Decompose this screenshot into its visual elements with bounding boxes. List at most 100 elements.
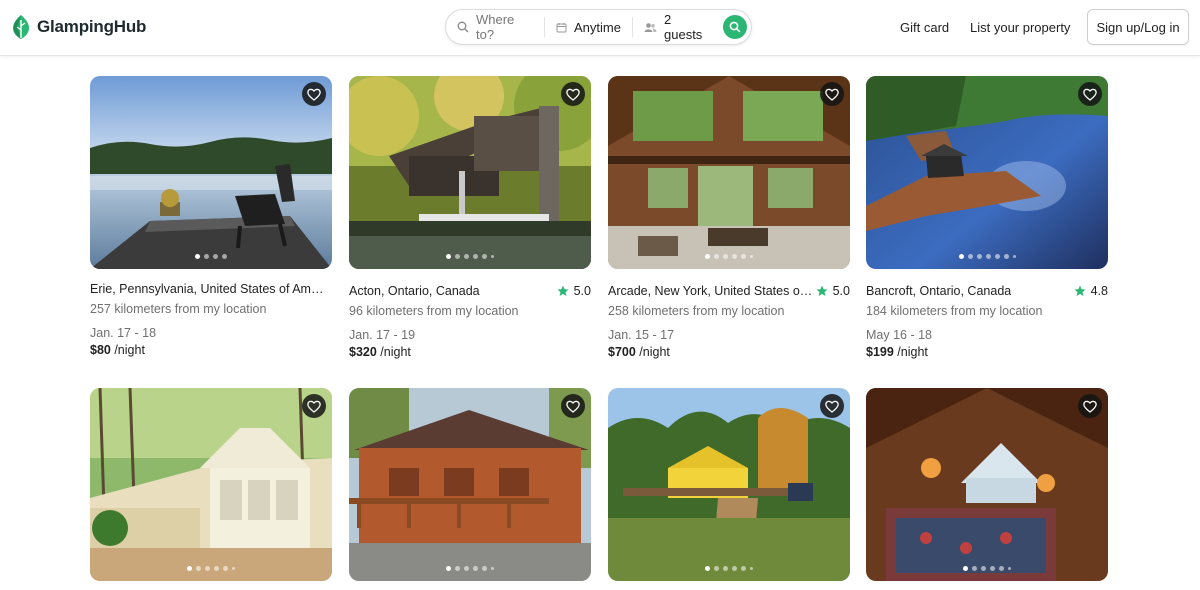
listing-photo[interactable] bbox=[608, 388, 850, 581]
photo-carousel-dots[interactable] bbox=[608, 254, 850, 259]
listing-card[interactable] bbox=[608, 388, 850, 581]
price-amount: $320 bbox=[349, 345, 377, 359]
carousel-dot[interactable] bbox=[491, 255, 494, 258]
listing-dates: Jan. 17 - 18 bbox=[90, 326, 157, 340]
search-bar[interactable]: Where to? Anytime 2 guests bbox=[445, 9, 752, 45]
carousel-dot[interactable] bbox=[714, 566, 719, 571]
listing-photo[interactable] bbox=[608, 76, 850, 269]
carousel-dot[interactable] bbox=[232, 567, 235, 570]
carousel-dot[interactable] bbox=[223, 566, 228, 571]
listing-card[interactable] bbox=[866, 388, 1108, 581]
carousel-dot[interactable] bbox=[1012, 255, 1016, 258]
favorite-button[interactable] bbox=[820, 82, 844, 106]
listing-photo[interactable] bbox=[349, 76, 591, 269]
carousel-dot[interactable] bbox=[204, 254, 209, 259]
carousel-dot[interactable] bbox=[455, 254, 460, 259]
search-icon bbox=[729, 21, 741, 33]
carousel-dot[interactable] bbox=[981, 566, 986, 571]
carousel-dot[interactable] bbox=[732, 254, 737, 259]
photo-carousel-dots[interactable] bbox=[349, 254, 591, 259]
brand-logo[interactable]: GlampingHub bbox=[9, 14, 146, 40]
listing-title[interactable]: Bancroft, Ontario, Canada bbox=[866, 284, 1011, 298]
search-when-field[interactable]: Anytime bbox=[544, 17, 633, 37]
carousel-dot[interactable] bbox=[994, 254, 1000, 259]
carousel-dot[interactable] bbox=[196, 566, 201, 571]
carousel-dot[interactable] bbox=[963, 566, 968, 571]
carousel-dot[interactable] bbox=[473, 566, 478, 571]
list-property-link[interactable]: List your property bbox=[970, 20, 1070, 35]
listing-card[interactable]: Acton, Ontario, Canada 5.0 96 kilometers… bbox=[349, 76, 591, 359]
listing-photo[interactable] bbox=[90, 76, 332, 269]
listing-title[interactable]: Erie, Pennsylvania, United States of Ame… bbox=[90, 282, 330, 296]
carousel-dot[interactable] bbox=[195, 254, 200, 259]
listing-card[interactable]: Bancroft, Ontario, Canada 4.8 184 kilome… bbox=[866, 76, 1108, 359]
carousel-dot[interactable] bbox=[464, 566, 469, 571]
carousel-dot[interactable] bbox=[750, 567, 753, 570]
carousel-dot[interactable] bbox=[985, 254, 991, 259]
listing-card[interactable] bbox=[90, 388, 332, 581]
listing-card[interactable]: Erie, Pennsylvania, United States of Ame… bbox=[90, 76, 332, 357]
carousel-dot[interactable] bbox=[750, 255, 753, 258]
listing-photo[interactable] bbox=[866, 76, 1108, 269]
favorite-button[interactable] bbox=[302, 394, 326, 418]
carousel-dot[interactable] bbox=[976, 254, 982, 259]
search-guests-field[interactable]: 2 guests bbox=[633, 10, 721, 44]
carousel-dot[interactable] bbox=[491, 567, 494, 570]
carousel-dot[interactable] bbox=[741, 254, 746, 259]
signup-login-button[interactable]: Sign up/Log in bbox=[1087, 9, 1189, 45]
favorite-button[interactable] bbox=[1078, 394, 1102, 418]
carousel-dot[interactable] bbox=[205, 566, 210, 571]
listing-dates: May 16 - 18 bbox=[866, 328, 933, 342]
carousel-dot[interactable] bbox=[705, 254, 710, 259]
listing-title[interactable]: Arcade, New York, United States of ... bbox=[608, 284, 814, 298]
carousel-dot[interactable] bbox=[723, 566, 728, 571]
photo-carousel-dots[interactable] bbox=[608, 566, 850, 571]
carousel-dot[interactable] bbox=[999, 566, 1004, 571]
carousel-dot[interactable] bbox=[187, 566, 192, 571]
carousel-dot[interactable] bbox=[482, 566, 487, 571]
carousel-dot[interactable] bbox=[723, 254, 728, 259]
carousel-dot[interactable] bbox=[1008, 567, 1011, 570]
price-unit: /night bbox=[893, 345, 928, 359]
carousel-dot[interactable] bbox=[482, 254, 487, 259]
photo-carousel-dots[interactable] bbox=[90, 254, 332, 259]
photo-carousel-dots[interactable] bbox=[349, 566, 591, 571]
favorite-button[interactable] bbox=[561, 82, 585, 106]
carousel-dot[interactable] bbox=[222, 254, 227, 259]
carousel-dot[interactable] bbox=[446, 254, 451, 259]
photo-carousel-dots[interactable] bbox=[866, 254, 1108, 259]
favorite-button[interactable] bbox=[302, 82, 326, 106]
listing-photo[interactable] bbox=[90, 388, 332, 581]
calendar-icon bbox=[556, 22, 567, 32]
carousel-dot[interactable] bbox=[958, 254, 964, 259]
carousel-dot[interactable] bbox=[473, 254, 478, 259]
carousel-dot[interactable] bbox=[214, 566, 219, 571]
photo-carousel-dots[interactable] bbox=[866, 566, 1108, 571]
photo-carousel-dots[interactable] bbox=[90, 566, 332, 571]
carousel-dot[interactable] bbox=[213, 254, 218, 259]
favorite-button[interactable] bbox=[1078, 82, 1102, 106]
carousel-dot[interactable] bbox=[741, 566, 746, 571]
carousel-dot[interactable] bbox=[972, 566, 977, 571]
carousel-dot[interactable] bbox=[446, 566, 451, 571]
carousel-dot[interactable] bbox=[732, 566, 737, 571]
carousel-dot[interactable] bbox=[1003, 254, 1009, 259]
gift-card-link[interactable]: Gift card bbox=[900, 20, 949, 35]
listing-price: $700 /night bbox=[608, 345, 850, 359]
favorite-button[interactable] bbox=[561, 394, 585, 418]
listing-card[interactable] bbox=[349, 388, 591, 581]
carousel-dot[interactable] bbox=[705, 566, 710, 571]
search-where-field[interactable]: Where to? bbox=[446, 10, 544, 44]
carousel-dot[interactable] bbox=[455, 566, 460, 571]
favorite-button[interactable] bbox=[820, 394, 844, 418]
carousel-dot[interactable] bbox=[967, 254, 973, 259]
listing-distance: 258 kilometers from my location bbox=[608, 304, 785, 318]
search-button[interactable] bbox=[723, 15, 747, 39]
listing-photo[interactable] bbox=[349, 388, 591, 581]
listing-title[interactable]: Acton, Ontario, Canada bbox=[349, 284, 480, 298]
listing-card[interactable]: Arcade, New York, United States of ... 5… bbox=[608, 76, 850, 359]
carousel-dot[interactable] bbox=[990, 566, 995, 571]
carousel-dot[interactable] bbox=[714, 254, 719, 259]
listing-photo[interactable] bbox=[866, 388, 1108, 581]
carousel-dot[interactable] bbox=[464, 254, 469, 259]
